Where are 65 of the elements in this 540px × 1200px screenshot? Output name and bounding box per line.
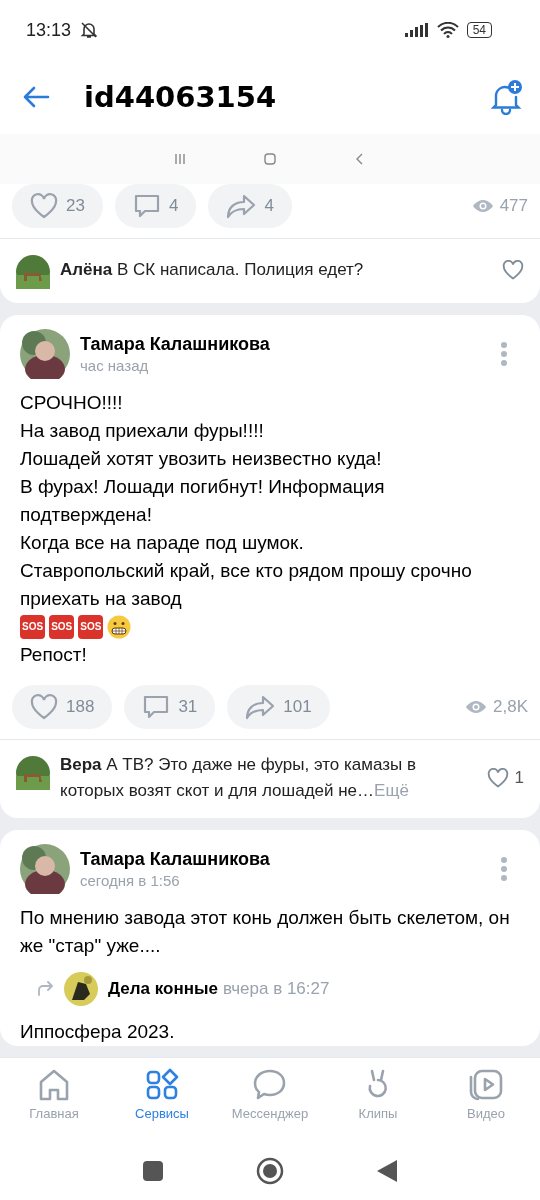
sos-emoji: SOS (49, 615, 75, 639)
sos-emoji: SOS (78, 615, 104, 639)
tab[interactable]: Видео (432, 1058, 540, 1142)
like-button[interactable]: 23 (12, 184, 103, 228)
post-text: Ставропольский край, все кто рядом прошу срочно приехать на завод (20, 559, 473, 611)
back-triangle-icon[interactable] (376, 1159, 398, 1183)
signal-icon (404, 23, 429, 37)
page-title: id44063154 (84, 80, 277, 114)
comment-button[interactable]: 31 (124, 685, 216, 729)
share-button[interactable]: 101 (227, 685, 330, 729)
chat-bubble-icon (252, 1068, 288, 1102)
view-count: 477 (499, 196, 528, 216)
author-name[interactable]: Тамара Калашникова (80, 334, 490, 355)
home-circle-icon[interactable] (256, 1157, 284, 1185)
eye-icon (471, 199, 494, 213)
post-text: Когда все на параде под шумок. (20, 531, 305, 555)
tab[interactable]: Клипы (324, 1058, 432, 1142)
heart-icon (30, 193, 58, 219)
comment-button[interactable]: 4 (114, 184, 197, 228)
heart-icon[interactable] (486, 768, 509, 788)
post-text: По мнению завода этот конь должен быть скелетом, он же "стар" уже.... (20, 906, 511, 958)
view-count: 2,8K (493, 697, 528, 717)
battery-level: 54 (466, 22, 492, 38)
post-text: Иппосфера 2023. (20, 1020, 176, 1044)
heart-icon[interactable] (502, 260, 524, 280)
post-text: Лошадей хотят увозить неизвестно куда! (20, 447, 383, 471)
eye-icon (465, 700, 487, 714)
tab[interactable]: Главная (0, 1058, 108, 1142)
repost-arrow-icon (36, 981, 54, 997)
comment-icon (132, 192, 161, 220)
post-text: На завод приехали фуры!!!! (20, 419, 265, 443)
comment-icon (142, 693, 171, 721)
post-time: сегодня в 1:56 (80, 872, 181, 889)
recents-icon[interactable] (173, 152, 187, 166)
author-name[interactable]: Тамара Калашникова (80, 849, 490, 870)
like-button[interactable]: 188 (12, 685, 113, 729)
post-text: В фурах! Лошади погибнут! Информация подтверждена! (20, 475, 386, 527)
home-square-icon[interactable] (263, 152, 277, 166)
more-icon[interactable] (500, 341, 508, 367)
share-arrow-icon (245, 694, 276, 720)
wifi-icon (436, 22, 459, 38)
repost-source[interactable]: Дела конные (108, 979, 218, 999)
comment-text: Вера А ТВ? Это даже не фуры, это камазы в которых возят скот и для лошадей не…Ещё (60, 754, 418, 802)
bell-plus-icon[interactable] (488, 79, 524, 115)
post-time: час назад (80, 357, 150, 374)
tab[interactable]: Сервисы (108, 1058, 216, 1142)
recents-square-icon[interactable] (142, 1160, 164, 1182)
share-arrow-icon (226, 193, 257, 219)
clock-time: 13:13 (26, 19, 72, 41)
tab[interactable]: Мессенджер (216, 1058, 324, 1142)
repost-time: вчера в 16:27 (222, 979, 330, 999)
more-icon[interactable] (500, 856, 508, 882)
comment-text: Алёна В СК написала. Полиция едет? (60, 259, 365, 281)
like-count: 1 (514, 768, 524, 788)
back-arrow-icon[interactable] (22, 85, 50, 109)
muted-bell-icon (79, 20, 100, 40)
heart-icon (30, 694, 58, 720)
video-icon (468, 1068, 504, 1102)
grid-icon (144, 1068, 180, 1102)
sos-emoji: SOS (20, 615, 46, 639)
grimace-emoji-icon (107, 615, 132, 639)
share-button[interactable]: 4 (208, 184, 292, 228)
post-text: СРОЧНО!!!! (20, 391, 124, 415)
more-link[interactable]: Ещё (374, 781, 409, 800)
post-text: Репост! (20, 643, 88, 667)
